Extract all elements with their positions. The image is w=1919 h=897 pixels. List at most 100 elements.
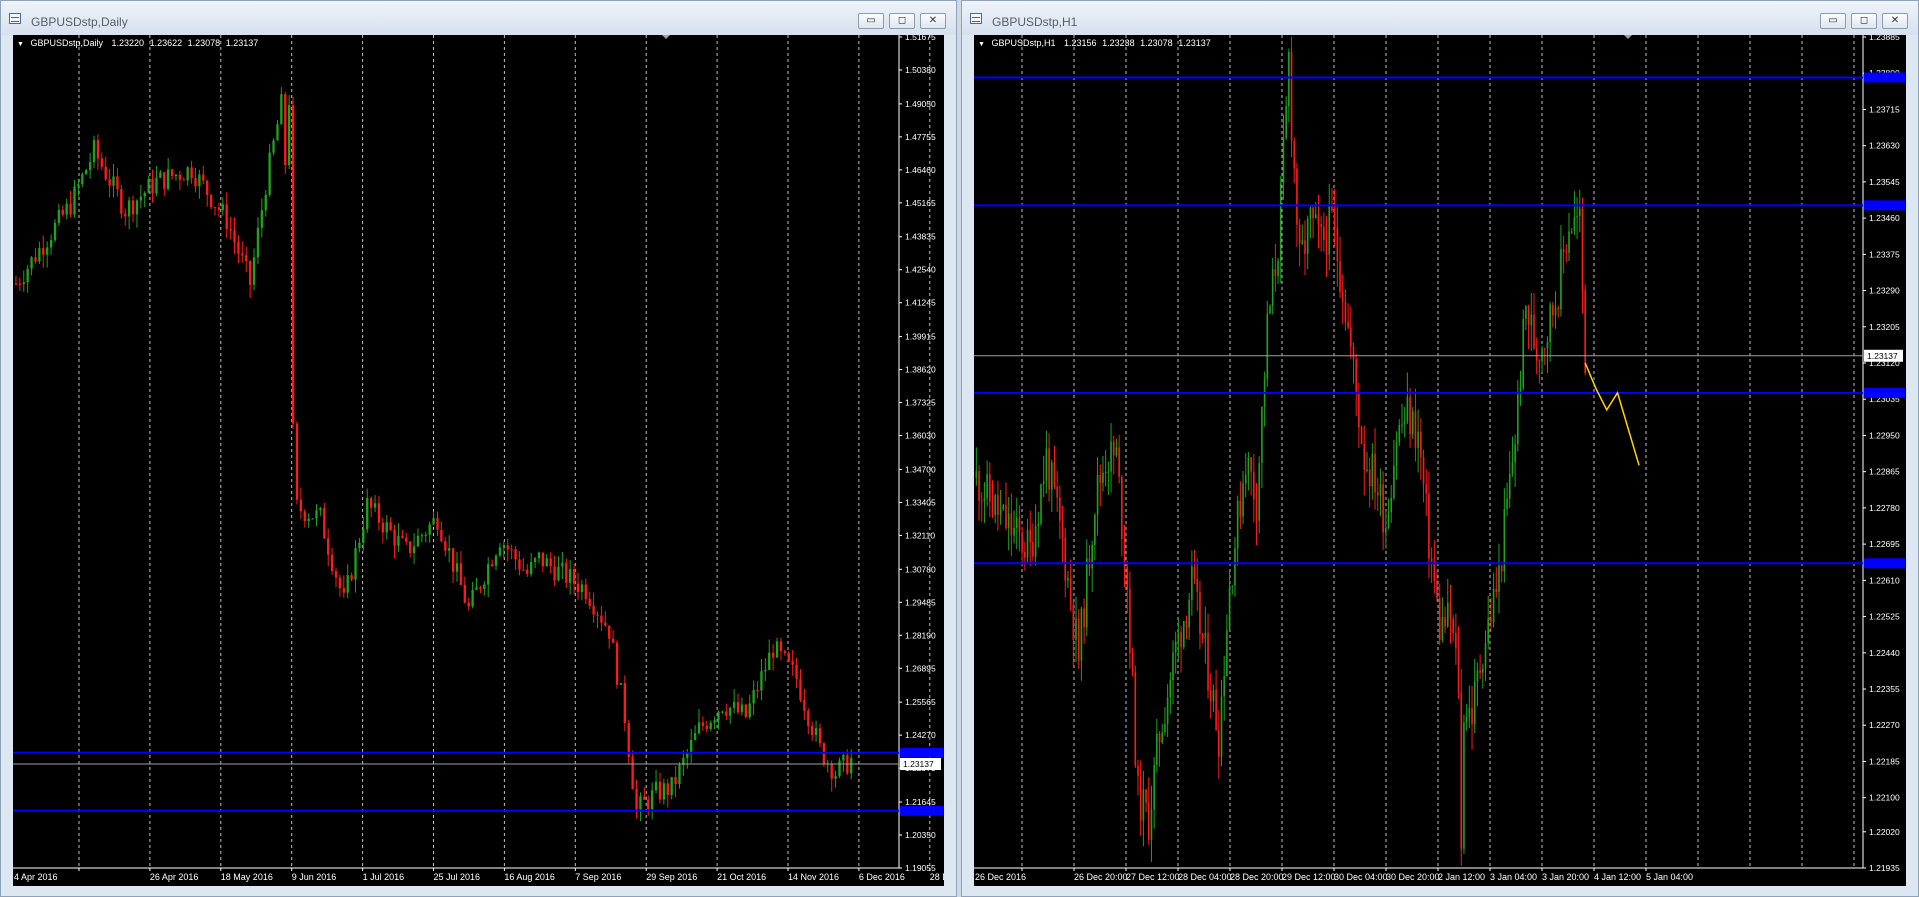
candle-body xyxy=(334,571,338,578)
window-titlebar[interactable]: GBPUSDstp,H1 ▭ ◻ ✕ xyxy=(962,1,1918,35)
candle-body xyxy=(1015,517,1018,528)
maximize-button[interactable]: ◻ xyxy=(1851,13,1877,29)
price-axis-label: 1.33405 xyxy=(905,497,936,507)
candle-body xyxy=(791,660,794,665)
candle-body xyxy=(186,167,189,181)
candle-body xyxy=(1328,204,1331,255)
minimize-button[interactable]: ▭ xyxy=(1820,13,1846,29)
chart-shift-marker-icon[interactable] xyxy=(662,35,670,39)
candle-body xyxy=(1444,617,1446,627)
candle-body xyxy=(1573,217,1576,232)
candle-body xyxy=(280,94,283,125)
candle-body xyxy=(323,508,326,539)
window-titlebar[interactable]: GBPUSDstp,Daily ▭ ◻ ✕ xyxy=(1,1,956,35)
candle-body xyxy=(385,522,388,533)
candle-body xyxy=(647,799,650,809)
ohlc-low: 1.23078 xyxy=(187,38,221,48)
candle-body xyxy=(1387,512,1390,529)
candle-body xyxy=(811,725,814,735)
candle-body xyxy=(795,664,798,680)
close-button[interactable]: ✕ xyxy=(1882,13,1908,29)
candle-body xyxy=(1002,504,1005,510)
candle-body xyxy=(1255,499,1258,521)
time-axis-label: 28 Dec 2016 xyxy=(930,872,944,882)
ohlc-low: 1.23078 xyxy=(1140,38,1173,48)
price-chart-h1[interactable]: 26 Dec 2016 26 Dec 20:00 27 Dec 12:00 28 De… xyxy=(974,35,1906,886)
price-axis-label: 1.21645 xyxy=(905,797,936,807)
candle-body xyxy=(1422,457,1425,485)
dropdown-triangle-icon[interactable]: ▼ xyxy=(978,41,985,48)
chart-window-h1[interactable]: GBPUSDstp,H1 ▭ ◻ ✕ 26 Dec 2016 26 Dec 20:… xyxy=(961,0,1919,897)
candle-body xyxy=(1441,617,1444,640)
candle-body xyxy=(498,547,502,556)
candle-body xyxy=(744,704,747,717)
candle-body xyxy=(600,615,603,623)
time-axis-label: 4 Jan 12:00 xyxy=(1594,872,1641,882)
candle-body xyxy=(721,711,724,713)
time-axis-label: 2 Jan 12:00 xyxy=(1438,872,1485,882)
candle-body xyxy=(1374,453,1376,493)
candle-body xyxy=(1293,140,1296,169)
candle-body xyxy=(1403,421,1406,425)
candle-body xyxy=(1320,223,1322,227)
candle-body xyxy=(999,509,1002,515)
candle-body xyxy=(143,192,146,197)
candle-body xyxy=(1279,183,1282,261)
time-axis-label: 26 Apr 2016 xyxy=(150,872,199,882)
candle-body xyxy=(518,559,521,570)
price-axis-label: 1.38620 xyxy=(905,365,936,375)
price-chart-daily[interactable]: 4 Apr 2016 26 Apr 2016 18 May 2016 9 Jun 20… xyxy=(13,35,944,886)
candle-body xyxy=(1411,411,1414,435)
candle-body xyxy=(1298,224,1301,244)
chart-canvas[interactable]: 26 Dec 2016 26 Dec 20:0027 Dec 12:0028 De… xyxy=(974,35,1906,886)
candle-body xyxy=(1253,471,1255,500)
candle-body xyxy=(1490,618,1492,623)
ohlc-close: 1.23137 xyxy=(1178,38,1211,48)
candle-body xyxy=(1048,448,1050,490)
candle-body xyxy=(448,548,451,551)
price-axis-label: 1.22610 xyxy=(1869,575,1900,585)
candle-body xyxy=(1457,648,1460,693)
ohlc-open: 1.23156 xyxy=(1064,38,1097,48)
candle-body xyxy=(151,179,154,194)
candle-body xyxy=(1446,602,1449,627)
candle-body xyxy=(471,589,474,607)
chart-canvas[interactable]: 4 Apr 2016 26 Apr 2016 18 May 2016 9 Jun 20… xyxy=(13,35,944,886)
candle-body xyxy=(22,282,25,284)
candle-body xyxy=(779,641,783,652)
dropdown-triangle-icon[interactable]: ▼ xyxy=(17,41,24,48)
candle-body xyxy=(1304,240,1306,254)
chart-shift-marker-icon[interactable] xyxy=(1624,35,1632,39)
candle-body xyxy=(740,704,744,713)
candle-body xyxy=(1037,523,1040,526)
candle-body xyxy=(73,186,76,215)
candle-body xyxy=(1487,618,1490,643)
price-axis-label: 1.23715 xyxy=(1869,104,1900,114)
candle-body xyxy=(408,541,412,553)
candle-body xyxy=(1172,652,1174,681)
candle-body xyxy=(760,671,763,691)
candle-body xyxy=(1406,396,1409,422)
price-axis-label: 1.22525 xyxy=(1869,612,1900,622)
candle-body xyxy=(65,203,68,215)
candle-body xyxy=(233,230,236,243)
time-axis-label: 5 Jan 04:00 xyxy=(1646,872,1693,882)
minimize-button[interactable]: ▭ xyxy=(858,13,884,29)
candle-body xyxy=(502,545,506,548)
candle-body xyxy=(217,207,221,210)
candle-body xyxy=(350,575,353,580)
price-axis-label: 1.45165 xyxy=(905,198,936,208)
candle-body xyxy=(506,545,509,550)
time-axis-label: 27 Dec 12:00 xyxy=(1126,872,1180,882)
candle-body xyxy=(1220,696,1223,757)
candle-body xyxy=(1312,207,1314,219)
close-button[interactable]: ✕ xyxy=(920,13,946,29)
maximize-button[interactable]: ◻ xyxy=(889,13,915,29)
chart-window-daily[interactable]: GBPUSDstp,Daily ▭ ◻ ✕ 4 Apr 2016 26 Apr 2… xyxy=(0,0,957,897)
candle-body xyxy=(1153,765,1155,810)
candle-body xyxy=(494,555,498,566)
candle-body xyxy=(1495,589,1498,592)
time-axis-label: 7 Sep 2016 xyxy=(575,872,621,882)
candle-body xyxy=(1042,481,1045,485)
candle-body xyxy=(1401,424,1403,426)
